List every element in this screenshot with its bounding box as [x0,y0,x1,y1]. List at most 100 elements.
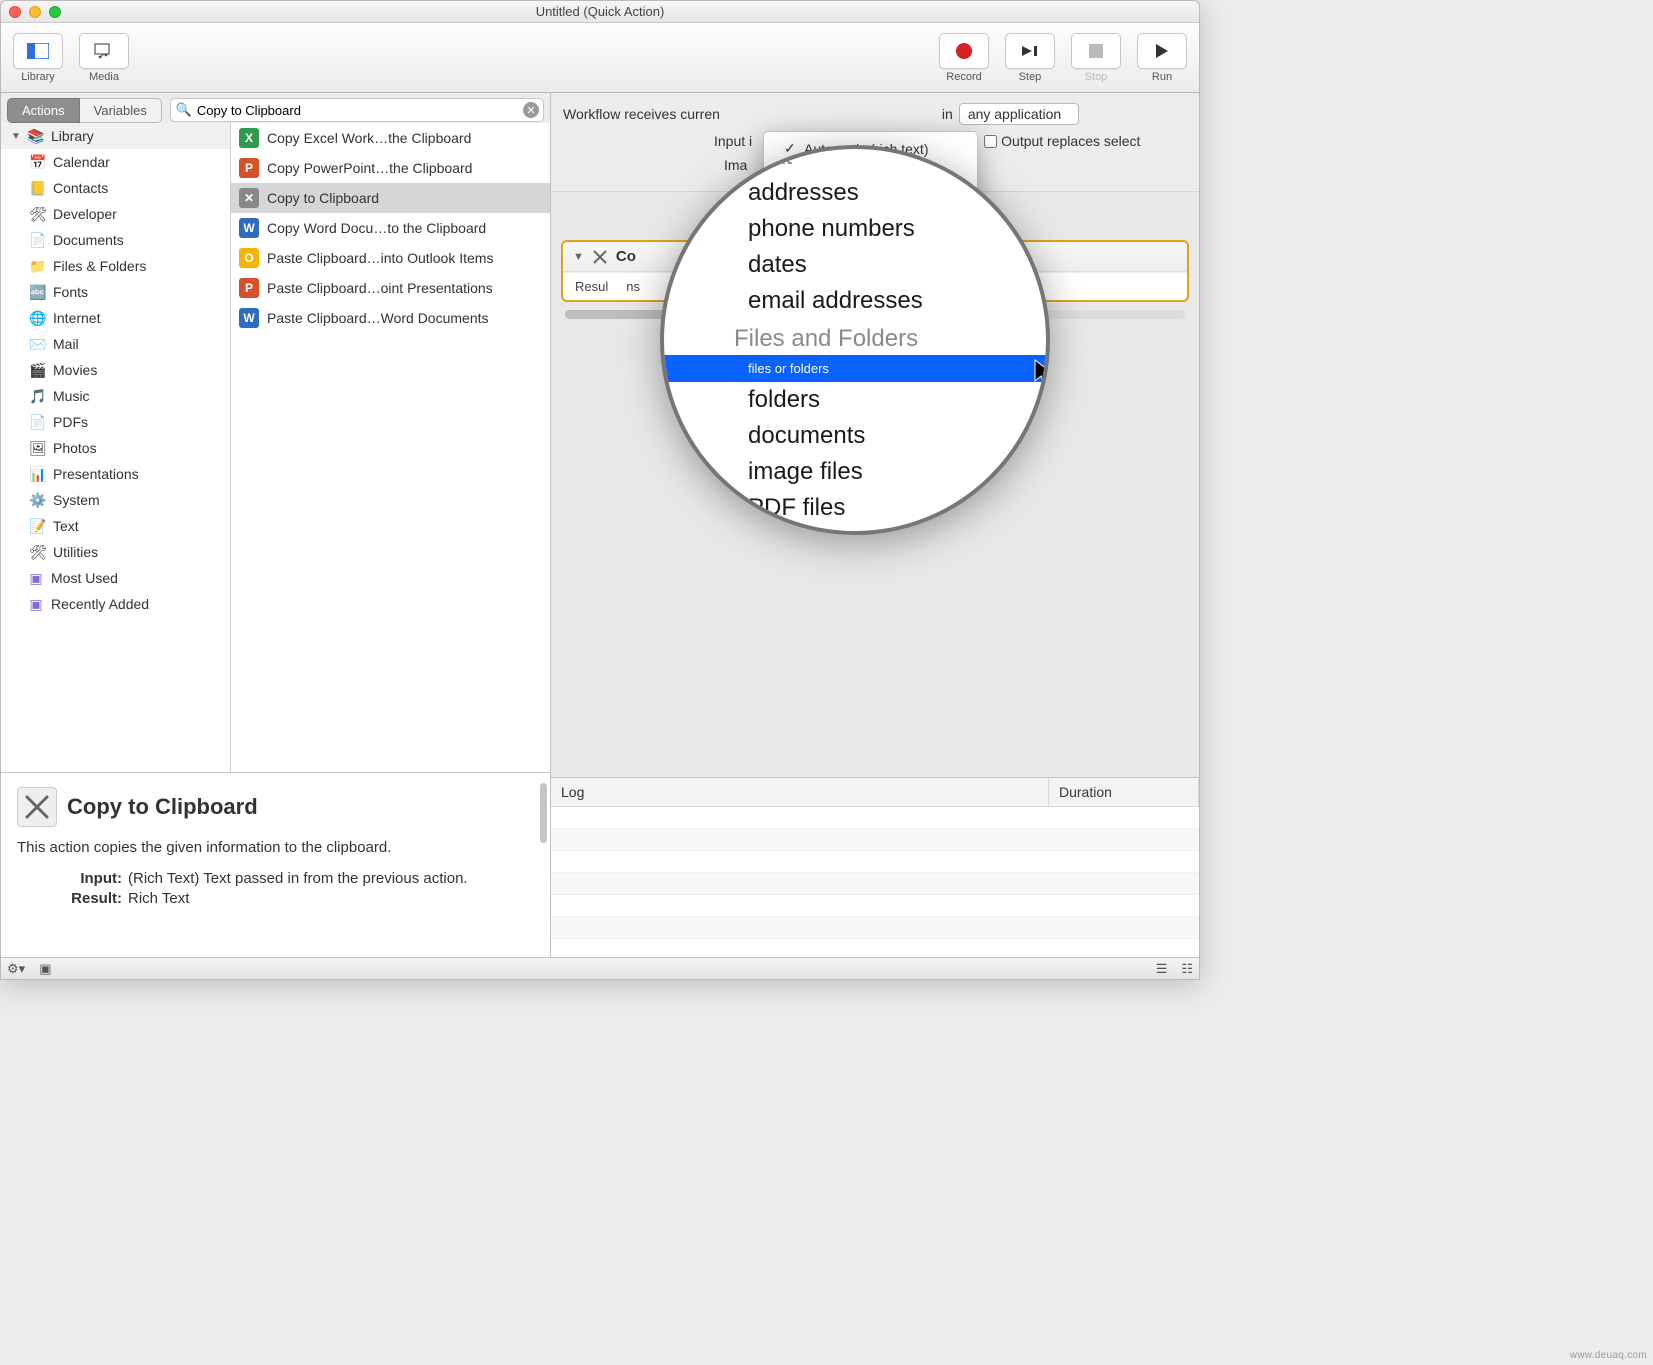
gear-icon[interactable]: ⚙︎▾ [7,961,25,977]
category-icon: ✉️ [29,335,47,353]
result-row[interactable]: WPaste Clipboard…Word Documents [231,303,550,333]
result-row[interactable]: PCopy PowerPoint…the Clipboard [231,153,550,183]
category-icon: 📄 [29,413,47,431]
log-column-log[interactable]: Log [551,778,1049,807]
mag-item-selected[interactable]: files or folders [660,355,1050,382]
result-row[interactable]: OPaste Clipboard…into Outlook Items [231,243,550,273]
library-item[interactable]: ✉️Mail [1,331,230,357]
app-icon: ✕ [239,188,259,208]
scrollbar-thumb[interactable] [540,783,547,843]
media-button[interactable]: Media [75,33,133,83]
mag-item[interactable]: dates [734,247,1026,283]
category-icon: 📝 [29,517,47,535]
category-icon: 🎵 [29,387,47,405]
mag-item[interactable]: email addresses [734,283,1026,319]
smart-folder-item[interactable]: ▣Recently Added [1,591,230,617]
mag-item[interactable]: folders [734,382,1026,418]
category-icon: 📊 [29,465,47,483]
category-icon: 🔤 [29,283,47,301]
result-row[interactable]: PPaste Clipboard…oint Presentations [231,273,550,303]
app-icon: W [239,308,259,328]
tab-actions[interactable]: Actions [7,98,80,123]
log-panel: Log Duration [551,777,1199,957]
mag-item[interactable]: image files [734,454,1026,490]
statusbar: ⚙︎▾ ▣ ☰ ☷ [1,957,1199,979]
action-card-title: Co [616,248,636,265]
library-item[interactable]: 📒Contacts [1,175,230,201]
watermark: www.deuaq.com [1570,1350,1647,1361]
library-item[interactable]: 🔤Fonts [1,279,230,305]
library-item[interactable]: 🎬Movies [1,357,230,383]
inputis-label: Input i [714,133,752,149]
run-button[interactable]: Run [1133,33,1191,83]
stop-button: Stop [1067,33,1125,83]
application-dropdown[interactable]: any application [959,103,1079,125]
category-icon: 🌐 [29,309,47,327]
library-item[interactable]: 📄PDFs [1,409,230,435]
smart-folder-icon: ▣ [27,569,45,587]
mag-item[interactable]: addresses [734,175,1026,211]
result-row[interactable]: XCopy Excel Work…the Clipboard [231,123,550,153]
view-grid-icon[interactable]: ☷ [1181,961,1193,977]
action-results-label[interactable]: Resul [575,279,608,294]
toggle-details-icon[interactable]: ▣ [39,961,51,977]
clear-search-icon[interactable]: ✕ [523,102,539,118]
mag-item[interactable]: documents [734,418,1026,454]
mag-item-text: Text [734,145,1026,175]
category-icon: 🎬 [29,361,47,379]
mag-item[interactable]: PDF files [734,490,1026,526]
category-icon: 🛠 [29,543,47,561]
window-title: Untitled (Quick Action) [1,4,1199,19]
library-item[interactable]: 📊Presentations [1,461,230,487]
action-details: Copy to Clipboard This action copies the… [1,772,550,957]
library-column: Actions Variables 🔍 ✕ ▼ 📚 Library [1,93,551,957]
library-icon: 📚 [27,127,45,145]
mag-item[interactable]: phone numbers [734,211,1026,247]
library-button[interactable]: Library [9,33,67,83]
tab-variables[interactable]: Variables [80,98,162,123]
log-column-duration[interactable]: Duration [1049,778,1199,807]
step-icon [1005,33,1055,69]
app-icon: X [239,128,259,148]
search-field[interactable]: 🔍 ✕ [170,98,544,122]
library-item[interactable]: 📄Documents [1,227,230,253]
app-icon: P [239,158,259,178]
record-button[interactable]: Record [935,33,993,83]
receives-label: Workflow receives curren [563,106,720,122]
library-root[interactable]: ▼ 📚 Library [1,123,230,149]
library-panel-icon [13,33,63,69]
details-title-row: Copy to Clipboard [17,787,534,827]
disclosure-icon[interactable]: ▼ [573,251,584,263]
details-description: This action copies the given information… [17,839,534,856]
result-row[interactable]: WCopy Word Docu…to the Clipboard [231,213,550,243]
app-icon: W [239,218,259,238]
magnifier-overlay: Text addresses phone numbers dates email… [660,145,1050,535]
search-input[interactable] [170,98,544,122]
category-icon: 🛠 [29,205,47,223]
library-item[interactable]: 🛠Developer [1,201,230,227]
library-item[interactable]: 🖼Photos [1,435,230,461]
library-item[interactable]: 📝Text [1,513,230,539]
category-icon: 📅 [29,153,47,171]
toolbar: Library Media Record Step Stop [1,23,1199,93]
library-tree[interactable]: ▼ 📚 Library 📅Calendar📒Contacts🛠Developer… [1,123,231,772]
log-rows [551,807,1199,957]
output-replaces-checkbox[interactable]: Output replaces select [984,133,1140,149]
step-button[interactable]: Step [1001,33,1059,83]
library-item[interactable]: ⚙️System [1,487,230,513]
record-icon [939,33,989,69]
library-item[interactable]: 🌐Internet [1,305,230,331]
utility-icon [592,249,608,265]
in-label: in [942,106,953,122]
utility-icon [17,787,57,827]
library-item[interactable]: 🛠Utilities [1,539,230,565]
view-list-icon[interactable]: ☰ [1156,961,1168,977]
library-tabs-row: Actions Variables 🔍 ✕ [1,93,550,123]
library-item[interactable]: 📁Files & Folders [1,253,230,279]
action-results-list[interactable]: XCopy Excel Work…the ClipboardPCopy Powe… [231,123,550,772]
result-row[interactable]: ✕Copy to Clipboard [231,183,550,213]
library-item[interactable]: 🎵Music [1,383,230,409]
library-item[interactable]: 📅Calendar [1,149,230,175]
disclosure-icon[interactable]: ▼ [11,131,21,142]
smart-folder-item[interactable]: ▣Most Used [1,565,230,591]
